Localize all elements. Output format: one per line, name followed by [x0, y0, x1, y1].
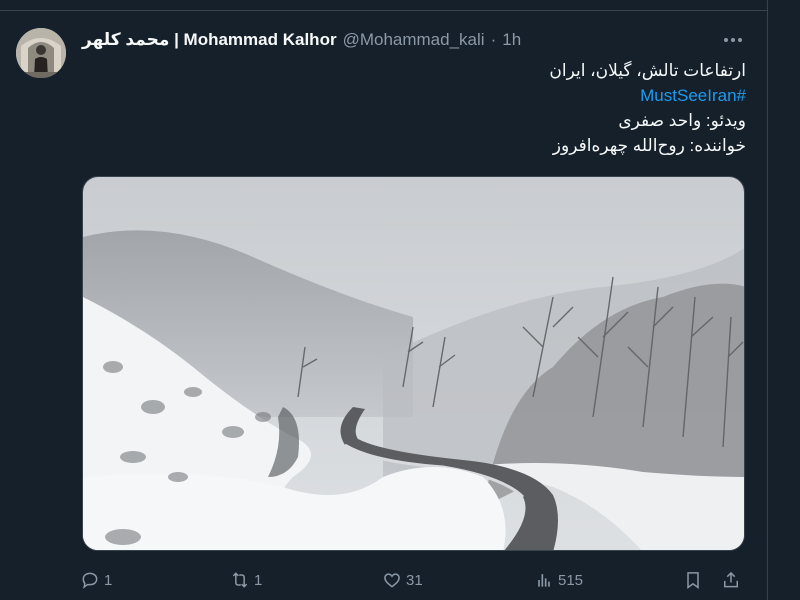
tweet-header: محمد کلهر | Mohammad Kalhor @Mohammad_ka… [82, 30, 521, 50]
more-icon[interactable] [722, 31, 744, 49]
views-icon [538, 574, 550, 587]
avatar-image [16, 28, 66, 78]
retweet-button[interactable]: 1 [230, 568, 262, 592]
column-border [767, 0, 768, 600]
top-divider [0, 10, 767, 11]
heart-icon [384, 573, 400, 588]
bookmark-button[interactable] [683, 568, 703, 592]
like-button[interactable]: 31 [382, 568, 423, 592]
tweet-video[interactable] [82, 176, 745, 551]
reply-button[interactable]: 1 [80, 568, 112, 592]
action-bar: 1 1 31 515 [80, 568, 745, 592]
separator-dot: · [490, 30, 497, 49]
bookmark-icon [687, 572, 699, 589]
share-icon [724, 571, 738, 588]
reply-icon [82, 572, 98, 589]
credit-singer: خواننده: روح‌الله چهره‌افروز [552, 136, 746, 155]
view-count: 515 [558, 571, 584, 589]
credit-video: ویدئو: واحد صفری [618, 111, 746, 130]
snowy-road-image [83, 177, 744, 550]
tweet-card[interactable]: محمد کلهر | Mohammad Kalhor @Mohammad_ka… [0, 0, 800, 600]
display-name[interactable]: محمد کلهر | Mohammad Kalhor [82, 30, 337, 50]
like-count: 31 [406, 571, 423, 589]
reply-count: 1 [104, 571, 113, 589]
avatar[interactable] [16, 28, 66, 78]
timestamp[interactable]: 1h [502, 30, 521, 50]
tweet-line: ارتفاعات تالش، گیلان، ایران [549, 61, 746, 80]
tweet-text: ارتفاعات تالش، گیلان، ایران #MustSeeIran… [400, 58, 746, 158]
share-button[interactable] [721, 568, 741, 592]
retweet-icon [232, 572, 248, 588]
retweet-count: 1 [254, 571, 263, 589]
hashtag-link[interactable]: #MustSeeIran [400, 83, 746, 108]
views-button[interactable]: 515 [534, 568, 583, 592]
user-handle[interactable]: @Mohammad_kali [343, 30, 485, 50]
